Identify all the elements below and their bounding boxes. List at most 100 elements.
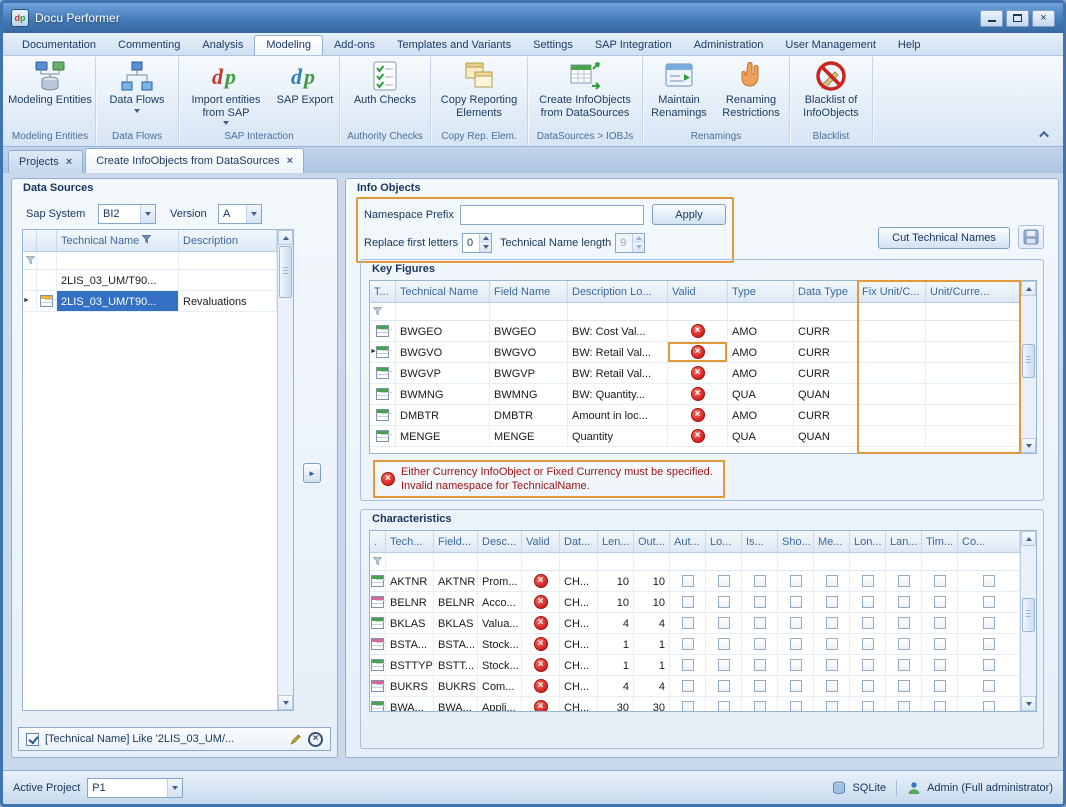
kf-data-type-cell[interactable]: CURR: [794, 405, 858, 425]
checkbox[interactable]: [898, 701, 910, 711]
tab-close-icon[interactable]: ×: [287, 156, 293, 167]
char-length-cell[interactable]: 1: [598, 634, 634, 654]
key-figure-row[interactable]: ► MENGE MENGE Quantity × QUA QUAN: [370, 426, 1020, 447]
char-flag-cell[interactable]: [670, 655, 706, 675]
kf-fix-unit-cell[interactable]: [858, 426, 926, 446]
char-flag-cell[interactable]: [706, 571, 742, 591]
char-flag-cell[interactable]: [742, 634, 778, 654]
checkbox[interactable]: [718, 680, 730, 692]
checkbox[interactable]: [718, 596, 730, 608]
column-header-technical-name[interactable]: Technical Name: [57, 230, 179, 251]
kf-field-name-cell[interactable]: BWGEO: [490, 321, 568, 341]
tab-close-icon[interactable]: ×: [66, 157, 72, 168]
char-flag-cell[interactable]: [814, 592, 850, 612]
clear-filter-icon[interactable]: ×: [308, 732, 323, 747]
filter-row[interactable]: [370, 303, 1020, 321]
vertical-scrollbar[interactable]: [1020, 531, 1036, 711]
kf-data-type-cell[interactable]: CURR: [794, 342, 858, 362]
char-flag-cell[interactable]: [778, 592, 814, 612]
checkbox[interactable]: [826, 638, 838, 650]
column-header[interactable]: Me...: [814, 531, 850, 552]
char-technical-name-cell[interactable]: BKLAS: [386, 613, 434, 633]
checkbox[interactable]: [682, 659, 694, 671]
kf-data-type-cell[interactable]: QUAN: [794, 384, 858, 404]
checkbox[interactable]: [983, 596, 995, 608]
char-description-cell[interactable]: Valua...: [478, 613, 522, 633]
char-output-length-cell[interactable]: 1: [634, 655, 670, 675]
char-data-type-cell[interactable]: CH...: [560, 655, 598, 675]
ribbon-tab[interactable]: Documentation: [11, 35, 107, 55]
checkbox[interactable]: [790, 638, 802, 650]
checkbox[interactable]: [826, 659, 838, 671]
checkbox[interactable]: [983, 701, 995, 711]
char-valid-cell[interactable]: ×: [522, 613, 560, 633]
blacklist-infoobjects-button[interactable]: Blacklist of InfoObjects: [791, 57, 871, 119]
column-header[interactable]: Field...: [434, 531, 478, 552]
char-flag-cell[interactable]: [742, 613, 778, 633]
checkbox[interactable]: [983, 659, 995, 671]
char-description-cell[interactable]: Stock...: [478, 634, 522, 654]
checkbox[interactable]: [826, 701, 838, 711]
kf-type-cell[interactable]: AMO: [728, 405, 794, 425]
checkbox[interactable]: [754, 680, 766, 692]
char-flag-cell[interactable]: [706, 592, 742, 612]
char-flag-cell[interactable]: [778, 571, 814, 591]
char-length-cell[interactable]: 30: [598, 697, 634, 711]
char-flag-cell[interactable]: [958, 592, 1020, 612]
ribbon-tab[interactable]: Analysis: [191, 35, 254, 55]
char-flag-cell[interactable]: [922, 697, 958, 711]
char-field-name-cell[interactable]: BUKRS: [434, 676, 478, 696]
checkbox[interactable]: [898, 575, 910, 587]
char-flag-cell[interactable]: [814, 571, 850, 591]
kf-valid-cell[interactable]: ×: [668, 426, 728, 446]
checkbox[interactable]: [862, 596, 874, 608]
ds-technical-name-cell[interactable]: 2LIS_03_UM/T90...: [57, 270, 179, 290]
char-description-cell[interactable]: Prom...: [478, 571, 522, 591]
checkbox[interactable]: [898, 638, 910, 650]
column-header[interactable]: Type: [728, 281, 794, 302]
combo-dropdown-button[interactable]: [167, 779, 182, 797]
column-header[interactable]: Fix Unit/C...: [858, 281, 926, 302]
filter-row[interactable]: [23, 252, 277, 270]
filter-enabled-checkbox[interactable]: [26, 733, 39, 746]
char-flag-cell[interactable]: [706, 676, 742, 696]
kf-unit-cell[interactable]: [926, 405, 1020, 425]
char-data-type-cell[interactable]: CH...: [560, 613, 598, 633]
checkbox[interactable]: [790, 596, 802, 608]
checkbox[interactable]: [754, 659, 766, 671]
kf-technical-name-cell[interactable]: BWGVP: [396, 363, 490, 383]
ds-technical-name-cell[interactable]: 2LIS_03_UM/T90...: [57, 291, 179, 311]
checkbox[interactable]: [898, 617, 910, 629]
column-header[interactable]: Desc...: [478, 531, 522, 552]
kf-fix-unit-cell[interactable]: [858, 321, 926, 341]
move-to-infoobjects-button[interactable]: ►: [303, 463, 321, 483]
checkbox[interactable]: [682, 680, 694, 692]
filter-cell[interactable]: [179, 252, 277, 269]
char-flag-cell[interactable]: [922, 571, 958, 591]
checkbox[interactable]: [862, 701, 874, 711]
char-flag-cell[interactable]: [922, 613, 958, 633]
kf-type-cell[interactable]: AMO: [728, 342, 794, 362]
char-flag-cell[interactable]: [850, 634, 886, 654]
char-data-type-cell[interactable]: CH...: [560, 697, 598, 711]
column-header[interactable]: Field Name: [490, 281, 568, 302]
char-flag-cell[interactable]: [778, 634, 814, 654]
sap-system-combo[interactable]: BI2: [98, 204, 156, 224]
char-flag-cell[interactable]: [814, 676, 850, 696]
tab-create-infoobjects[interactable]: Create InfoObjects from DataSources ×: [85, 148, 304, 173]
char-flag-cell[interactable]: [886, 634, 922, 654]
checkbox[interactable]: [754, 617, 766, 629]
column-header[interactable]: Aut...: [670, 531, 706, 552]
char-flag-cell[interactable]: [922, 655, 958, 675]
checkbox[interactable]: [682, 638, 694, 650]
column-header[interactable]: Lo...: [706, 531, 742, 552]
checkbox[interactable]: [862, 638, 874, 650]
char-technical-name-cell[interactable]: BUKRS: [386, 676, 434, 696]
char-flag-cell[interactable]: [778, 697, 814, 711]
kf-valid-cell[interactable]: ×: [668, 321, 728, 341]
checkbox[interactable]: [934, 638, 946, 650]
checkbox[interactable]: [826, 617, 838, 629]
char-length-cell[interactable]: 10: [598, 571, 634, 591]
modeling-entities-button[interactable]: Modeling Entities: [6, 57, 94, 107]
char-flag-cell[interactable]: [886, 697, 922, 711]
